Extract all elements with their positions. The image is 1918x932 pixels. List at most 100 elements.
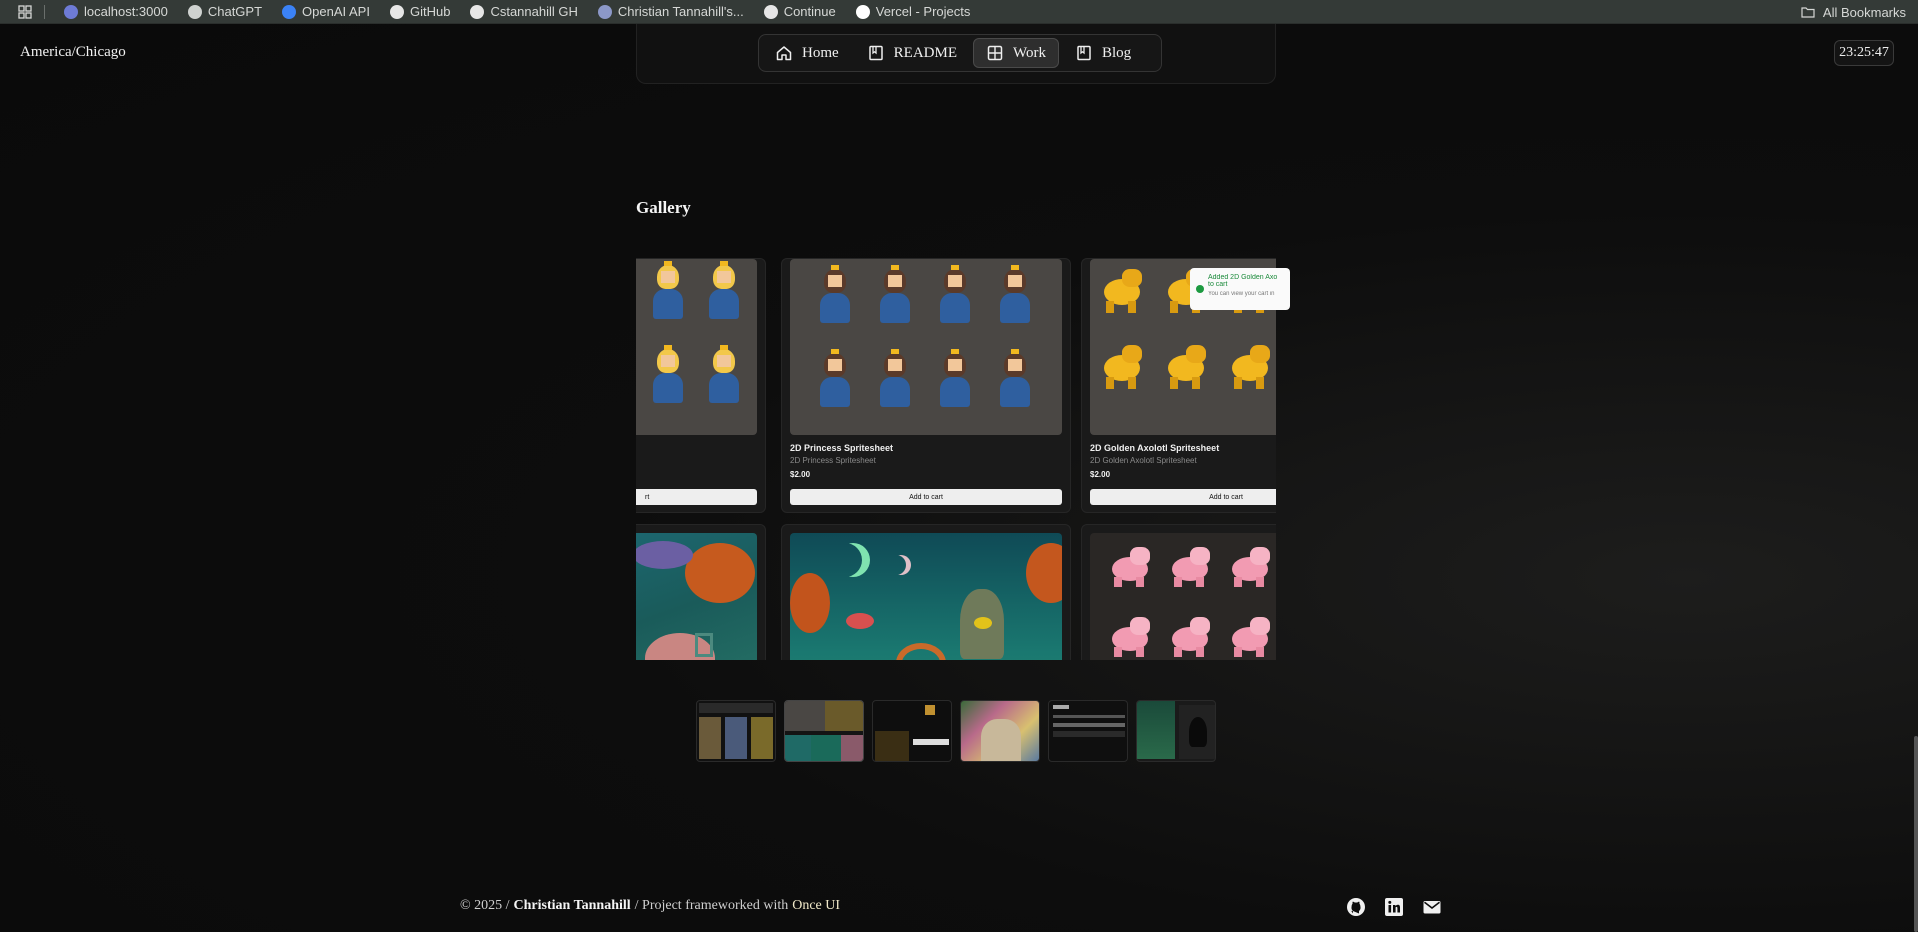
apps-button[interactable] <box>0 4 50 19</box>
sprite-frame <box>1100 337 1144 399</box>
bookmark-item[interactable]: Vercel - Projects <box>855 4 971 19</box>
book-icon <box>1077 45 1091 61</box>
footer-author: Christian Tannahill <box>513 898 631 913</box>
thumbnail[interactable] <box>696 700 776 762</box>
sprite-frame <box>645 261 689 323</box>
bookmark-item[interactable]: Christian Tannahill's... <box>597 4 744 19</box>
nav-home-label: Home <box>802 44 839 61</box>
linkedin-icon <box>1385 898 1403 916</box>
toast-title: Added 2D Golden Axo <box>1208 274 1278 281</box>
book-icon <box>868 45 883 61</box>
nav-work-label: Work <box>1013 44 1046 61</box>
bookmark-label: Christian Tannahill's... <box>617 4 744 19</box>
sprite-frame <box>872 265 916 327</box>
footer-copyright: © 2025 / <box>460 898 510 913</box>
sprite-frame <box>1100 261 1144 323</box>
add-to-cart-button[interactable]: Add to cart <box>1090 489 1276 505</box>
apps-grid-icon <box>18 4 32 19</box>
folder-icon <box>1801 7 1815 18</box>
all-bookmarks-label: All Bookmarks <box>1822 4 1906 20</box>
linkedin-link[interactable] <box>1384 897 1404 922</box>
bookmark-favicon-icon <box>282 4 297 19</box>
check-icon <box>1196 285 1204 293</box>
main-nav: Home README Work Blog <box>758 34 1162 72</box>
sprite-frame <box>1228 609 1272 660</box>
sprite-frame <box>992 349 1036 411</box>
bookmark-favicon-icon <box>187 4 202 19</box>
sprite-frame <box>1108 609 1152 660</box>
bookmark-favicon-icon <box>389 4 404 19</box>
bookmark-label: Continue <box>783 4 836 19</box>
product-name: 2D Princess Spritesheet <box>790 443 894 453</box>
once-ui-link[interactable]: Once UI <box>792 898 840 914</box>
product-price: $2.00 <box>790 470 811 479</box>
bookmark-item[interactable]: GitHub <box>389 4 450 19</box>
bookmark-favicon-icon <box>597 4 612 19</box>
github-link[interactable] <box>1346 897 1366 922</box>
product-image-pink-axolotl[interactable] <box>1090 533 1276 660</box>
sprite-frame <box>1108 539 1152 601</box>
sprite-frame <box>932 265 976 327</box>
bookmark-item[interactable]: Continue <box>763 4 836 19</box>
product-image-underwater-left[interactable] <box>636 533 757 660</box>
sprite-frame <box>812 265 856 327</box>
bookmark-favicon-icon <box>763 4 778 19</box>
home-icon <box>776 46 792 61</box>
bookmarks-bar: localhost:3000 ChatGPT OpenAI API GitHub Cst… <box>0 0 1918 24</box>
bookmark-item[interactable]: ChatGPT <box>187 4 263 19</box>
bookmark-label: OpenAI API <box>302 4 370 19</box>
clock: 23:25:47 <box>1834 40 1894 66</box>
email-link[interactable] <box>1422 897 1442 922</box>
sprite-frame <box>812 349 856 411</box>
product-price: $2.00 <box>1090 470 1111 479</box>
nav-work[interactable]: Work <box>973 38 1059 68</box>
sprite-frame <box>701 261 745 323</box>
thumbnail[interactable] <box>784 700 864 762</box>
sprite-frame <box>1228 539 1272 601</box>
bookmark-item[interactable]: OpenAI API <box>282 4 370 19</box>
thumbnail[interactable] <box>872 700 952 762</box>
bookmark-label: Vercel - Projects <box>875 4 971 19</box>
thumbnail[interactable] <box>1136 700 1216 762</box>
gallery-carousel[interactable]: rt 2D Princess Spritesheet 2D Princess S… <box>636 258 1276 660</box>
product-card <box>1081 524 1276 660</box>
cart-toast: Added 2D Golden Axo to cart You can view… <box>1190 268 1290 310</box>
bookmark-item[interactable]: localhost:3000 <box>64 4 168 19</box>
product-image-princess[interactable] <box>790 259 1062 435</box>
bookmark-favicon-icon <box>855 4 870 19</box>
sprite-frame <box>1168 539 1212 601</box>
sprite-frame <box>1168 609 1212 660</box>
bookmark-favicon-icon <box>470 4 485 19</box>
add-to-cart-button[interactable]: rt <box>636 489 757 505</box>
thumbnail[interactable] <box>1048 700 1128 762</box>
sprite-frame <box>1164 337 1208 399</box>
page-scrollbar[interactable] <box>1914 736 1918 932</box>
mail-icon <box>1423 901 1441 914</box>
product-image-blonde-princess[interactable] <box>636 259 757 435</box>
sprite-frame <box>992 265 1036 327</box>
product-subtitle: 2D Princess Spritesheet <box>790 456 876 465</box>
bookmark-label: localhost:3000 <box>84 4 168 19</box>
nav-readme-label: README <box>893 44 958 61</box>
bookmark-item[interactable]: Cstannahill GH <box>470 4 578 19</box>
nav-home[interactable]: Home <box>763 38 851 68</box>
sprite-frame <box>872 349 916 411</box>
add-to-cart-button[interactable]: Add to cart <box>790 489 1062 505</box>
sprite-frame <box>1228 337 1272 399</box>
product-image-underwater-moon[interactable] <box>790 533 1062 660</box>
bookmark-label: ChatGPT <box>207 4 263 19</box>
sprite-frame <box>645 345 689 407</box>
product-subtitle: 2D Golden Axolotl Spritesheet <box>1090 456 1197 465</box>
thumbnail[interactable] <box>960 700 1040 762</box>
bookmark-favicon-icon <box>64 4 78 19</box>
product-card <box>636 524 766 660</box>
all-bookmarks-button[interactable]: All Bookmarks <box>1801 0 1906 24</box>
footer-text: © 2025 / Christian Tannahill / Project f… <box>460 898 840 914</box>
grid-icon <box>987 45 1003 61</box>
toast-subtitle: You can view your cart in <box>1208 291 1275 297</box>
nav-blog[interactable]: Blog <box>1063 38 1143 68</box>
sprite-frame <box>932 349 976 411</box>
nav-readme[interactable]: README <box>855 38 969 68</box>
nav-blog-label: Blog <box>1101 44 1132 61</box>
toast-title-line2: to cart <box>1208 281 1228 288</box>
